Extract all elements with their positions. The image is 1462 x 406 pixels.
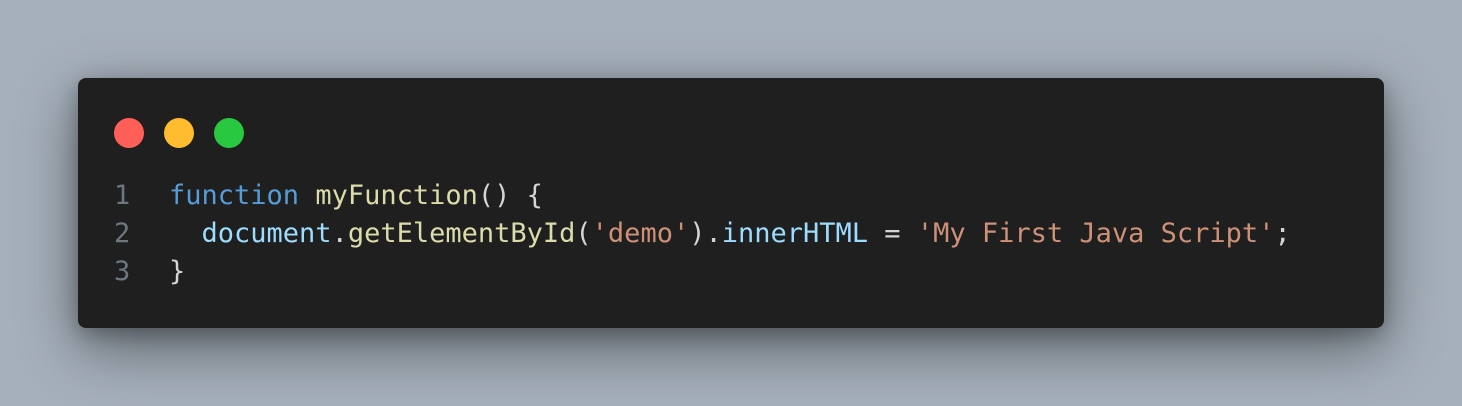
maximize-dot-icon	[214, 118, 244, 148]
code-window: 1 function myFunction () { 2 document . …	[78, 78, 1384, 328]
code-line-3: 3 }	[78, 253, 1291, 291]
code-token: () {	[477, 180, 543, 211]
code-token: getElementById	[347, 218, 576, 249]
code-token: 'demo'	[591, 218, 690, 249]
line-number: 2	[114, 218, 131, 249]
line-number: 3	[114, 256, 131, 287]
code-block: 1 function myFunction () { 2 document . …	[78, 177, 1291, 291]
code-token: =	[868, 218, 917, 249]
code-token: document	[201, 218, 332, 249]
code-token: function	[169, 180, 300, 211]
code-token: }	[169, 256, 186, 287]
code-token: ;	[1274, 218, 1291, 249]
window-controls	[114, 118, 244, 148]
code-token: 'My First Java Script'	[916, 218, 1275, 249]
code-line-2: 2 document . getElementById ( 'demo' ). …	[78, 215, 1291, 253]
close-dot-icon	[114, 118, 144, 148]
minimize-dot-icon	[164, 118, 194, 148]
code-line-1: 1 function myFunction () {	[78, 177, 1291, 215]
code-token: .	[331, 218, 348, 249]
code-token: myFunction	[315, 180, 478, 211]
line-number: 1	[114, 180, 131, 211]
code-token: ).	[689, 218, 722, 249]
code-token: innerHTML	[721, 218, 869, 249]
code-token: (	[575, 218, 592, 249]
